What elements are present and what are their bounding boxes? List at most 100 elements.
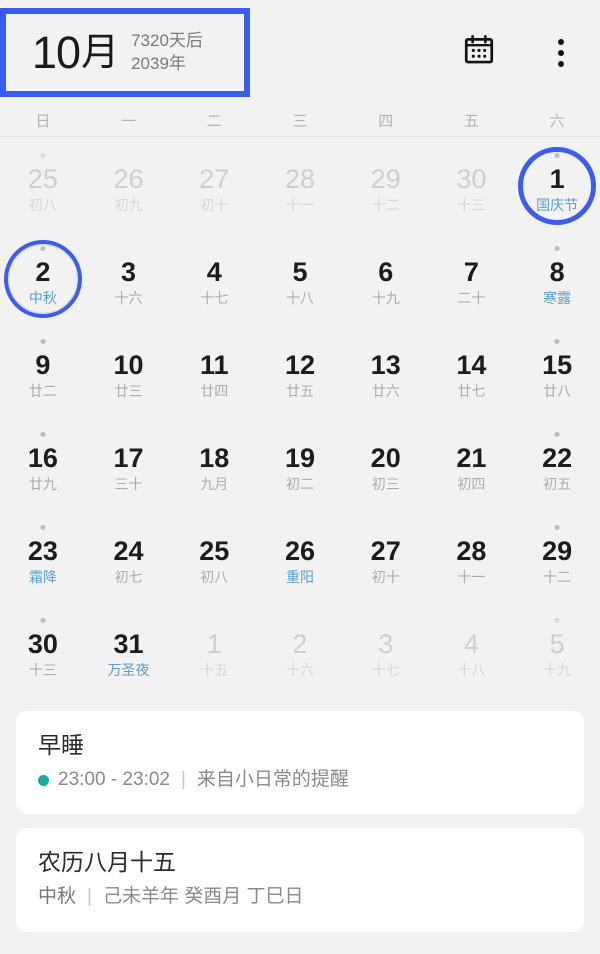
day-cell[interactable]: 1 国庆节: [514, 139, 600, 232]
header-actions: [458, 0, 582, 105]
calendar-icon: [462, 33, 496, 72]
day-cell[interactable]: 26 初九: [86, 139, 172, 232]
day-cell[interactable]: 27 初十: [343, 511, 429, 604]
day-cell[interactable]: 18 九月: [171, 418, 257, 511]
day-cell[interactable]: 9 廿二: [0, 325, 86, 418]
day-lunar-label: 十一: [457, 568, 486, 585]
day-lunar-label: 十六: [285, 661, 314, 678]
day-cell[interactable]: 29 十二: [514, 511, 600, 604]
more-vertical-icon: [558, 36, 564, 70]
weekday-label-1: 一: [121, 113, 137, 130]
overflow-menu-button[interactable]: [540, 32, 582, 74]
day-number: 27: [199, 163, 230, 194]
day-number: 28: [456, 535, 487, 566]
event-time-range: 23:00 - 23:02: [58, 768, 170, 790]
subtitle-separator: |: [87, 886, 92, 908]
weekday-label-5: 五: [463, 113, 479, 130]
day-cell[interactable]: 21 初四: [429, 418, 515, 511]
day-cell[interactable]: 8 寒露: [514, 232, 600, 325]
weekend-marker-dot: [554, 525, 560, 530]
month-selector[interactable]: 10 月 7320天后 2039年: [0, 8, 250, 97]
day-cell[interactable]: 17 三十: [86, 418, 172, 511]
weekend-marker-dot: [40, 339, 46, 344]
day-cell[interactable]: 24 初七: [86, 511, 172, 604]
day-cell[interactable]: 28 十一: [257, 139, 343, 232]
weekend-marker-dot: [554, 246, 560, 251]
event-card[interactable]: 早睡 23:00 - 23:02 | 来自小日常的提醒: [16, 711, 584, 815]
day-cell[interactable]: 6 十九: [343, 232, 429, 325]
event-source-label: 来自小日常的提醒: [196, 768, 349, 790]
day-cell[interactable]: 5 十八: [257, 232, 343, 325]
weekend-marker-dot: [554, 153, 560, 158]
day-cell[interactable]: 25 初八: [171, 511, 257, 604]
day-cell[interactable]: 11 廿四: [171, 325, 257, 418]
day-cell[interactable]: 15 廿八: [514, 325, 600, 418]
day-cell[interactable]: 2 十六: [257, 604, 343, 697]
day-cell[interactable]: 19 初二: [257, 418, 343, 511]
day-number: 17: [113, 442, 144, 473]
day-lunar-label: 初十: [200, 196, 229, 213]
day-cell[interactable]: 16 廿九: [0, 418, 86, 511]
day-cell[interactable]: 2 中秋: [0, 232, 86, 325]
day-cell[interactable]: 1 十五: [171, 604, 257, 697]
day-cell[interactable]: 23 霜降: [0, 511, 86, 604]
day-number: 7: [463, 256, 479, 287]
event-card[interactable]: 农历八月十五 中秋 | 己未羊年 癸酉月 丁巳日: [16, 828, 584, 932]
day-cell[interactable]: 3 十七: [343, 604, 429, 697]
day-number: 23: [27, 535, 58, 566]
weekend-marker-dot: [40, 153, 46, 158]
day-number: 2: [292, 628, 308, 659]
day-lunar-label: 廿五: [285, 382, 314, 399]
day-cell[interactable]: 12 廿五: [257, 325, 343, 418]
day-cell[interactable]: 4 十七: [171, 232, 257, 325]
day-number: 26: [113, 163, 144, 194]
day-cell[interactable]: 25 初八: [0, 139, 86, 232]
day-number: 16: [27, 442, 58, 473]
today-calendar-button[interactable]: [458, 32, 500, 74]
day-number: 18: [199, 442, 230, 473]
day-number: 4: [206, 256, 222, 287]
month-number: 10: [32, 27, 81, 78]
subtitle-separator: |: [180, 768, 186, 790]
day-number: 30: [456, 163, 487, 194]
weekday-header-row: 日一二三四五六: [0, 105, 600, 137]
day-cell[interactable]: 30 十三: [429, 139, 515, 232]
day-number: 9: [35, 349, 51, 380]
day-number: 1: [206, 628, 222, 659]
day-number: 25: [27, 163, 58, 194]
day-lunar-label: 初三: [371, 475, 400, 492]
month-suffix-label: 月: [81, 31, 120, 74]
day-lunar-label: 廿九: [28, 475, 57, 492]
day-number: 25: [199, 535, 230, 566]
day-cell[interactable]: 26 重阳: [257, 511, 343, 604]
day-lunar-label: 初八: [200, 568, 229, 585]
app-header: 10 月 7320天后 2039年: [0, 0, 600, 105]
day-cell[interactable]: 7 二十: [429, 232, 515, 325]
weekend-marker-dot: [40, 525, 46, 530]
day-number: 10: [113, 349, 144, 380]
day-cell[interactable]: 22 初五: [514, 418, 600, 511]
day-cell[interactable]: 31 万圣夜: [86, 604, 172, 697]
day-cell[interactable]: 28 十一: [429, 511, 515, 604]
day-cell[interactable]: 14 廿七: [429, 325, 515, 418]
day-number: 4: [463, 628, 479, 659]
weekend-marker-dot: [40, 618, 46, 623]
day-number: 5: [549, 628, 565, 659]
day-cell[interactable]: 5 十九: [514, 604, 600, 697]
day-cell[interactable]: 30 十三: [0, 604, 86, 697]
day-cell[interactable]: 10 廿三: [86, 325, 172, 418]
day-number: 6: [378, 256, 394, 287]
day-cell[interactable]: 27 初十: [171, 139, 257, 232]
day-lunar-label: 十七: [371, 661, 400, 678]
day-cell[interactable]: 4 十八: [429, 604, 515, 697]
day-festival-label: 万圣夜: [107, 661, 150, 678]
day-number: 1: [549, 163, 565, 194]
day-lunar-label: 廿三: [114, 382, 143, 399]
day-cell[interactable]: 3 十六: [86, 232, 172, 325]
weekday-label-6: 六: [549, 113, 565, 130]
day-cell[interactable]: 13 廿六: [343, 325, 429, 418]
day-festival-label: 寒露: [543, 289, 572, 306]
day-cell[interactable]: 29 十二: [343, 139, 429, 232]
day-cell[interactable]: 20 初三: [343, 418, 429, 511]
day-number: 13: [370, 349, 401, 380]
